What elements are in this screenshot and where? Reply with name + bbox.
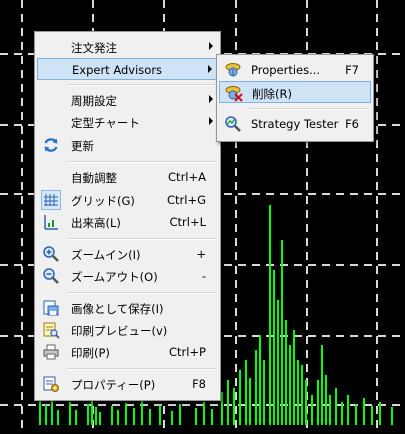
menu-item-label: 印刷(P) — [71, 346, 110, 360]
menu-item-print-preview[interactable]: 印刷プレビュー(v) — [37, 319, 218, 341]
menu-separator — [67, 238, 216, 240]
menu-separator — [67, 368, 216, 370]
expert-properties-icon — [224, 61, 242, 79]
zoom-in-icon — [42, 245, 60, 263]
menu-separator — [67, 292, 216, 294]
menu-item-shortcut: Ctrl+L — [169, 215, 206, 229]
menu-item-label: Expert Advisors — [72, 63, 163, 77]
submenu-arrow-icon — [209, 42, 213, 50]
expert-advisors-submenu: Properties... F7 削除(R) Strategy Tester F… — [216, 54, 374, 142]
menu-item-print[interactable]: 印刷(P) Ctrl+P — [37, 341, 218, 363]
menu-item-label: 周期設定 — [71, 94, 117, 108]
menu-item-autoscroll[interactable]: 自動調整 Ctrl+A — [37, 166, 218, 188]
submenu-arrow-icon — [209, 95, 213, 103]
menu-separator — [67, 84, 216, 86]
menu-item-grid[interactable]: グリッド(G) Ctrl+G — [37, 189, 218, 211]
menu-item-label: 出来高(L) — [71, 216, 121, 230]
menu-item-shortcut: F8 — [192, 377, 206, 391]
menu-item-label: 自動調整 — [71, 171, 117, 185]
menu-item-label: Strategy Tester — [251, 117, 339, 131]
menu-item-label: 画像として保存(I) — [71, 302, 164, 316]
submenu-item-remove[interactable]: 削除(R) — [219, 81, 371, 103]
print-preview-icon — [42, 321, 60, 339]
menu-item-label: 注文発注 — [71, 41, 117, 55]
menu-item-expert-advisors[interactable]: Expert Advisors — [37, 58, 218, 80]
menu-item-zoom-in[interactable]: ズームイン(I) + — [37, 243, 218, 265]
zoom-out-icon — [42, 267, 60, 285]
menu-item-order[interactable]: 注文発注 — [37, 36, 218, 58]
strategy-tester-icon — [224, 115, 242, 133]
menu-item-shortcut: - — [201, 269, 206, 283]
menu-item-template[interactable]: 定型チャート — [37, 111, 218, 133]
menu-item-shortcut: + — [196, 247, 206, 261]
submenu-arrow-icon — [209, 117, 213, 125]
menu-item-label: 定型チャート — [71, 116, 140, 130]
menu-item-label: プロパティー(P) — [71, 378, 156, 392]
menu-item-timeframe[interactable]: 周期設定 — [37, 89, 218, 111]
menu-item-properties[interactable]: プロパティー(P) F8 — [37, 373, 218, 395]
menu-separator — [249, 108, 369, 110]
refresh-icon — [42, 136, 60, 154]
menu-item-label: グリッド(G) — [71, 194, 135, 208]
context-menu: 注文発注 Expert Advisors 周期設定 定型チャート 更新 自動調整… — [34, 31, 221, 401]
menu-item-shortcut: Ctrl+G — [166, 193, 206, 207]
submenu-item-properties[interactable]: Properties... F7 — [219, 59, 371, 81]
menu-item-label: 更新 — [71, 139, 94, 153]
menu-separator — [67, 161, 216, 163]
menu-item-shortcut: F6 — [345, 117, 359, 131]
submenu-item-strategy-tester[interactable]: Strategy Tester F6 — [219, 113, 371, 135]
grid-icon — [41, 190, 61, 210]
save-image-icon — [42, 299, 60, 317]
menu-item-label: 削除(R) — [252, 87, 292, 101]
menu-item-shortcut: Ctrl+A — [168, 170, 206, 184]
submenu-arrow-icon — [208, 65, 212, 73]
menu-item-shortcut: F7 — [345, 63, 359, 77]
properties-icon — [42, 375, 60, 393]
menu-item-zoom-out[interactable]: ズームアウト(O) - — [37, 265, 218, 287]
menu-item-refresh[interactable]: 更新 — [37, 134, 218, 156]
menu-item-label: Properties... — [251, 63, 321, 77]
menu-item-label: 印刷プレビュー(v) — [71, 324, 168, 338]
volume-icon — [42, 213, 60, 231]
menu-item-label: ズームイン(I) — [71, 248, 141, 262]
menu-item-save-image[interactable]: 画像として保存(I) — [37, 297, 218, 319]
printer-icon — [42, 343, 60, 361]
menu-item-shortcut: Ctrl+P — [168, 345, 206, 359]
expert-remove-icon — [225, 84, 243, 102]
menu-item-volume[interactable]: 出来高(L) Ctrl+L — [37, 211, 218, 233]
menu-item-label: ズームアウト(O) — [71, 270, 158, 284]
